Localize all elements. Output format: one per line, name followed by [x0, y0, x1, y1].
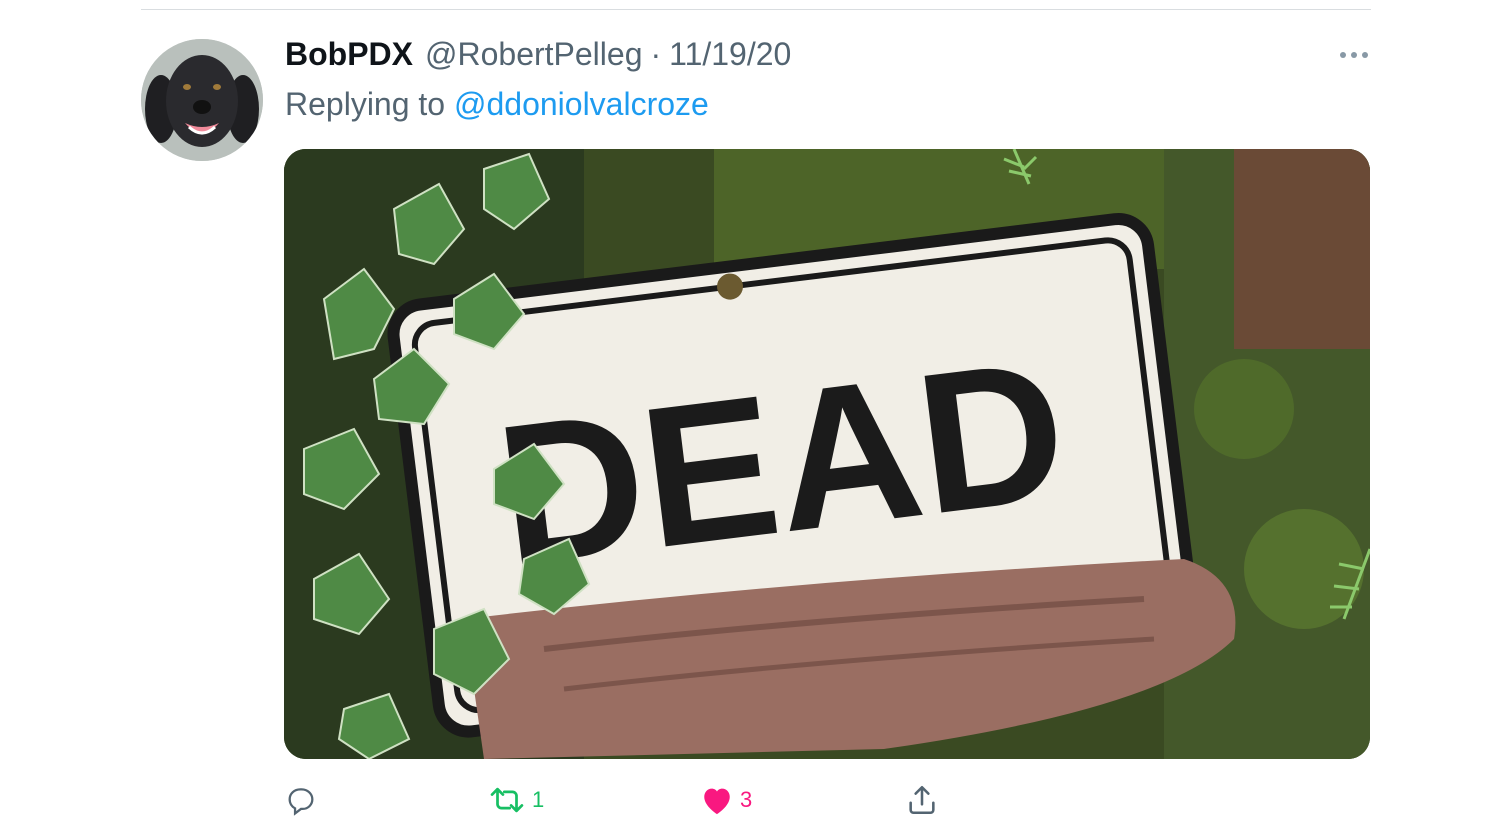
tweet-media-photo[interactable]: DEAD END [284, 149, 1370, 759]
more-options-button[interactable] [1334, 40, 1374, 70]
replying-to-line: Replying to @ddoniolvalcroze [285, 86, 709, 123]
reply-button[interactable] [284, 780, 324, 820]
share-icon [909, 785, 935, 815]
like-button[interactable]: 3 [700, 780, 752, 820]
retweet-count: 1 [532, 787, 545, 812]
user-handle[interactable]: @RobertPelleg [425, 36, 642, 73]
like-count: 3 [740, 787, 753, 812]
tweet-actions: 1 3 [284, 780, 984, 820]
reply-icon [288, 788, 314, 816]
share-button[interactable] [905, 780, 939, 820]
display-name[interactable]: BobPDX [285, 36, 413, 73]
dog-avatar-image [141, 39, 263, 161]
retweet-icon [490, 787, 524, 813]
heart-icon [704, 788, 730, 815]
tweet-date[interactable]: 11/19/20 [669, 36, 791, 73]
separator-dot: · [650, 35, 662, 72]
replying-to-prefix: Replying to [285, 86, 446, 122]
top-divider [141, 9, 1371, 10]
retweet-button[interactable]: 1 [488, 780, 544, 820]
tweet-header: BobPDX @RobertPelleg · 11/19/20 [285, 34, 791, 74]
replying-to-handle-link[interactable]: @ddoniolvalcroze [454, 86, 709, 122]
dead-end-sign-photo: DEAD END [284, 149, 1370, 759]
avatar[interactable] [141, 39, 263, 161]
more-dots-icon [1340, 52, 1368, 58]
